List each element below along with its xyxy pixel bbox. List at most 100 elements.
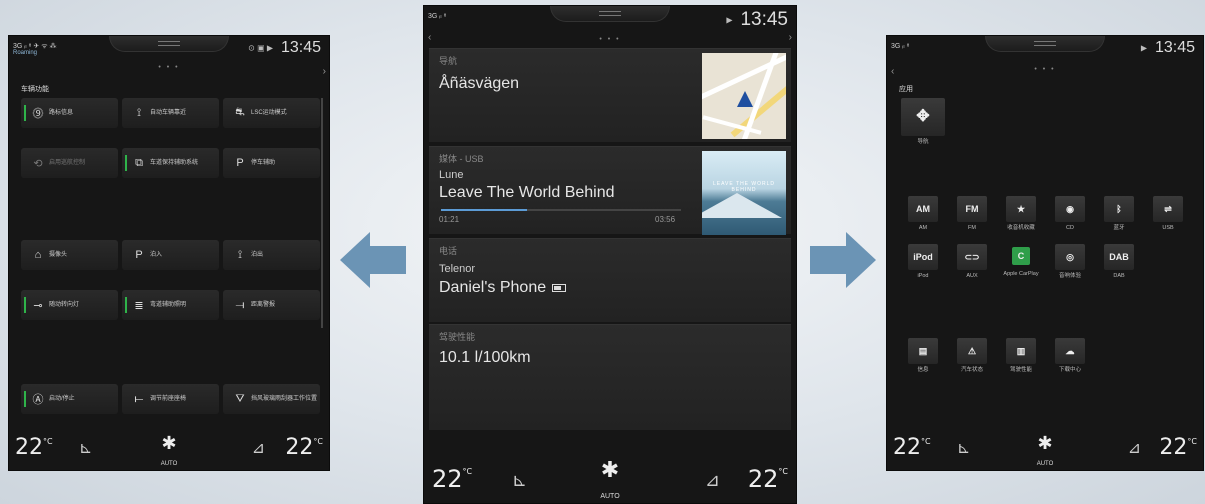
function-label: 摄像头 [49, 252, 68, 258]
function-button[interactable]: ⟞ 距离警报 [223, 290, 320, 320]
climate-bar: 22°C ⊾ ✱ AUTO ⊿ 22°C [9, 426, 329, 470]
chevron-left-icon[interactable]: ‹ [891, 66, 894, 77]
app-label: 蓝牙 [1113, 225, 1125, 231]
passenger-seat-heat-icon[interactable]: ⊿ [705, 470, 720, 491]
app-tile[interactable]: ▤ 信息 [901, 338, 945, 374]
media-tile[interactable]: 媒体 - USB Lune Leave The World Behind 01:… [429, 146, 791, 235]
climate-bar: 22°C ⊾ ✱ AUTO ⊿ 22°C [424, 447, 796, 503]
album-art[interactable]: LEAVE THE WORLD BEHIND [702, 151, 786, 235]
climate-auto-label[interactable]: AUTO [161, 461, 178, 467]
function-label: 泊出 [251, 252, 264, 258]
map-thumbnail[interactable] [702, 53, 786, 139]
apps-screen: 3G ᵢₗ ⁸ ▶ 13:45 ‹ • • • 应用 ✥ 导航 AM AM FM FM… [886, 35, 1204, 471]
fan-icon[interactable]: ✱ [161, 433, 176, 454]
passenger-temperature[interactable]: 22°C [285, 435, 323, 460]
function-button[interactable]: P 停车辅助 [223, 148, 320, 178]
chevron-right-icon[interactable]: › [323, 66, 326, 77]
app-icon: ▤ [908, 338, 938, 364]
function-button[interactable]: ⧉ 车道保持辅助系统 [122, 148, 219, 178]
app-tile[interactable]: DAB DAB [1097, 244, 1141, 280]
function-button[interactable]: ⟟ 自动车辆靠近 [122, 98, 219, 128]
function-label: 调节前座座椅 [150, 396, 187, 402]
app-tile[interactable]: ⇌ USB [1146, 196, 1190, 232]
fuel-consumption: 10.1 l/100km [439, 349, 531, 366]
page-indicator: • • • [599, 36, 621, 43]
function-icon: ⛛ [235, 392, 245, 405]
climate-bar: 22°C ⊾ ✱ AUTO ⊿ 22°C [887, 426, 1203, 470]
function-label: 路标信息 [49, 110, 74, 116]
app-navigation[interactable]: ✥ 导航 [901, 98, 945, 146]
function-icon: ≣ [134, 299, 144, 312]
driver-temperature[interactable]: 22°C [432, 465, 472, 493]
app-tile[interactable]: ⚠ 汽车状态 [950, 338, 994, 374]
media-progress-bar[interactable] [441, 209, 681, 211]
function-button[interactable]: ⟟ 泊出 [223, 240, 320, 270]
function-button[interactable]: ⟲ 启用巡航控制 [21, 148, 118, 178]
app-tile[interactable]: C Apple CarPlay [999, 244, 1043, 278]
status-right: ▶ 13:45 [726, 9, 788, 31]
signal-indicator: 3G ᵢₗ ⁸ [891, 43, 910, 50]
app-tile[interactable]: ◉ CD [1048, 196, 1092, 232]
status-right: ▶ 13:45 [1141, 39, 1195, 57]
function-button[interactable]: P 泊入 [122, 240, 219, 270]
phone-tile[interactable]: 电话 Telenor Daniel's Phone [429, 238, 791, 322]
driver-seat-heat-icon[interactable]: ⊾ [79, 438, 92, 458]
app-tile[interactable]: ★ 收音机收藏 [999, 196, 1043, 232]
app-tile[interactable]: ☁ 下载中心 [1048, 338, 1092, 374]
driver-temperature[interactable]: 22°C [15, 435, 53, 460]
chevron-right-icon[interactable]: › [789, 32, 792, 43]
driving-performance-tile[interactable]: 驾驶性能 10.1 l/100km [429, 324, 791, 430]
function-button[interactable]: ⛐ LSC运动模式 [223, 98, 320, 128]
pull-down-handle[interactable] [985, 36, 1105, 52]
function-icon: P [236, 157, 244, 169]
function-button[interactable]: ≣ 弯道辅助照明 [122, 290, 219, 320]
function-icon: ⟞ [235, 298, 245, 311]
media-duration: 03:56 [655, 215, 676, 224]
function-label: 启动/停止 [49, 396, 75, 402]
app-tile[interactable]: ᛒ 蓝牙 [1097, 196, 1141, 232]
passenger-temperature[interactable]: 22°C [1159, 435, 1197, 460]
app-label: DAB [1113, 273, 1125, 279]
app-tile[interactable]: iPod iPod [901, 244, 945, 280]
app-icon: ᛒ [1104, 196, 1134, 222]
passenger-seat-heat-icon[interactable]: ⊿ [1128, 438, 1141, 458]
scrollbar[interactable] [321, 98, 323, 328]
phone-header: 电话 [439, 246, 458, 256]
function-button[interactable]: Ⓐ 启动/停止 [21, 384, 118, 414]
fan-icon[interactable]: ✱ [1037, 433, 1052, 454]
app-tile[interactable]: ⊂⊃ AUX [950, 244, 994, 280]
app-label: 收音机收藏 [1007, 225, 1035, 231]
function-button[interactable]: ⟝ 调节前座座椅 [122, 384, 219, 414]
function-grid: ⓽ 路标信息 ⟟ 自动车辆靠近 ⛐ LSC运动模式 ⟲ 启用巡航控制 ⧉ 车道保持辅助系统 P 停车辅… [21, 98, 321, 448]
fan-icon[interactable]: ✱ [601, 457, 619, 483]
pull-down-handle[interactable] [550, 6, 670, 22]
function-label: 启用巡航控制 [49, 160, 86, 166]
pull-down-handle[interactable] [109, 36, 229, 52]
climate-auto-label[interactable]: AUTO [600, 493, 619, 500]
app-label: Apple CarPlay [1003, 271, 1039, 277]
function-button[interactable]: ⓽ 路标信息 [21, 98, 118, 128]
chevron-left-icon[interactable]: ‹ [428, 32, 431, 43]
passenger-temperature[interactable]: 22°C [748, 465, 788, 493]
function-icon: ⟟ [136, 106, 142, 119]
climate-auto-label[interactable]: AUTO [1037, 461, 1054, 467]
app-tile[interactable]: ◎ 音响体验 [1048, 244, 1092, 280]
function-icon: ⓽ [32, 108, 44, 120]
function-button[interactable]: ⛛ 挡风玻璃雨刮器工作位置 [223, 384, 320, 414]
app-label: USB [1162, 225, 1174, 231]
function-button[interactable]: ⊸ 随动转向灯 [21, 290, 118, 320]
status-bar: 3G ᵢₗ ⁸ ▶ 13:45 [424, 6, 796, 32]
function-button[interactable]: ⌂ 摄像头 [21, 240, 118, 270]
driver-temperature[interactable]: 22°C [893, 435, 931, 460]
app-tile[interactable]: AM AM [901, 196, 945, 232]
app-tile[interactable]: FM FM [950, 196, 994, 232]
app-icon: ◉ [1055, 196, 1085, 222]
driver-seat-heat-icon[interactable]: ⊾ [512, 470, 527, 491]
driver-seat-heat-icon[interactable]: ⊾ [957, 438, 970, 458]
passenger-seat-heat-icon[interactable]: ⊿ [252, 438, 265, 458]
app-tile[interactable]: ▥ 驾驶性能 [999, 338, 1043, 374]
function-icon: P [135, 249, 143, 261]
function-label: 停车辅助 [251, 160, 276, 166]
navigation-tile[interactable]: 导航 Åñäsvägen [429, 48, 791, 142]
function-icon: ⟝ [134, 392, 144, 405]
